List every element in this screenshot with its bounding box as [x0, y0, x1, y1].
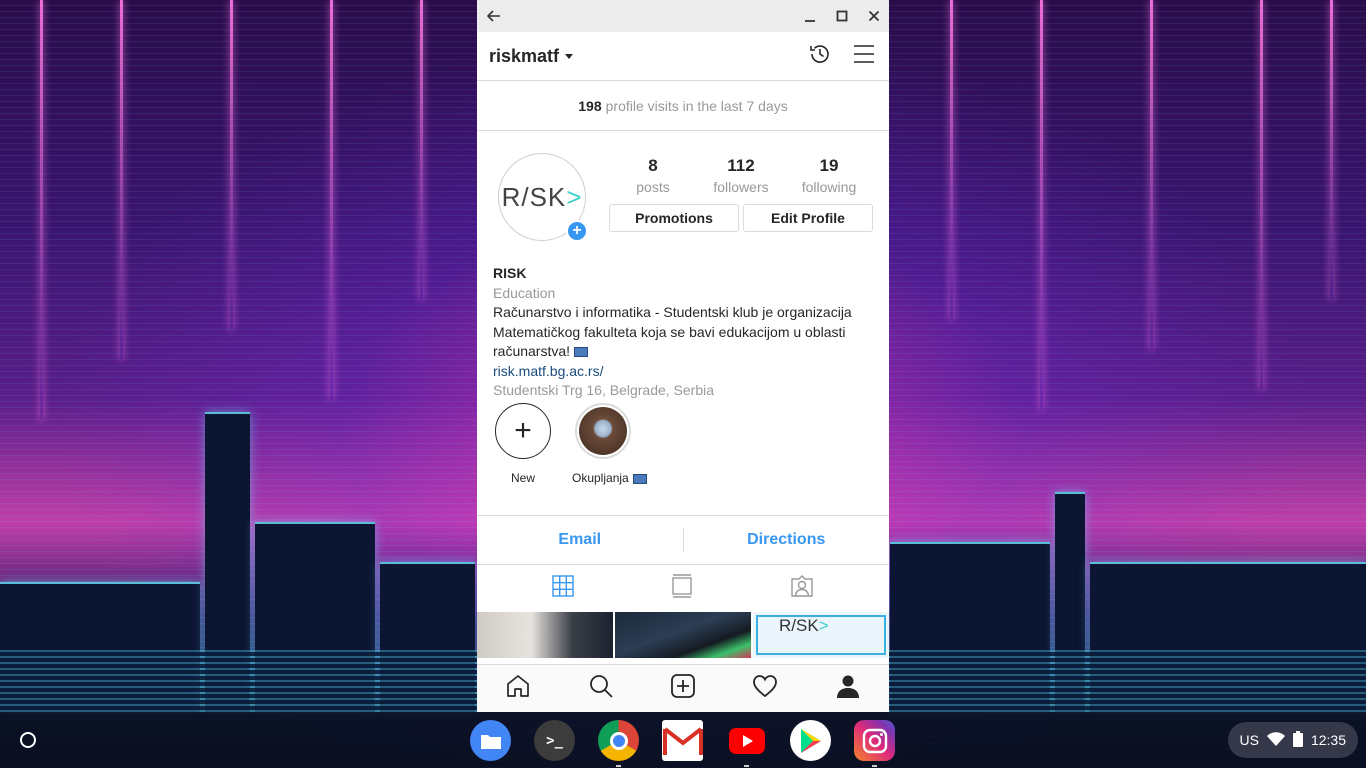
new-post-icon[interactable] [670, 673, 696, 704]
followers-label: followers [713, 179, 769, 195]
followers-count: 112 [727, 156, 755, 175]
wallpaper-beam [1150, 0, 1153, 350]
profile-tabs [477, 565, 889, 612]
wallpaper-beam [1260, 0, 1263, 390]
profile-stats: 8 posts 112 followers 19 following [609, 156, 873, 195]
wifi-icon [1266, 731, 1285, 749]
wallpaper-beam [1040, 0, 1043, 410]
clock-time: 12:35 [1310, 732, 1346, 748]
play-store-app-icon[interactable] [790, 720, 831, 761]
stat-followers[interactable]: 112 followers [701, 156, 781, 195]
caret-down-icon [565, 53, 574, 59]
launcher-circle-icon[interactable] [20, 732, 36, 748]
highlight-new[interactable]: + New [492, 401, 554, 515]
os-shelf: >_ US 12:35 [0, 712, 1366, 768]
computer-emoji-icon [574, 347, 589, 358]
promotions-button[interactable]: Promotions [609, 204, 739, 232]
home-icon[interactable] [505, 673, 531, 704]
profile-header: R/SK> + 8 posts 112 followers 19 followi… [477, 131, 889, 256]
email-button[interactable]: Email [477, 531, 683, 549]
bio-line: Računarstvo i informatika - Studentski k… [493, 304, 852, 320]
profile-person-icon[interactable] [835, 673, 861, 704]
edit-profile-button[interactable]: Edit Profile [743, 204, 873, 232]
wallpaper-beam [330, 0, 333, 400]
window-titlebar [477, 0, 889, 32]
posts-count: 8 [648, 156, 658, 175]
contact-bar: Email Directions [477, 515, 889, 565]
search-icon[interactable] [588, 673, 614, 704]
bio-line: Matematičkog fakulteta koja se bavi eduk… [493, 323, 846, 340]
files-app-icon[interactable] [470, 720, 511, 761]
username-label: riskmatf [489, 45, 560, 66]
grid-view-icon[interactable] [551, 575, 574, 602]
avatar-logo-chevron: > [566, 181, 583, 212]
bio-line: računarstva! [493, 343, 571, 359]
instagram-window: riskmatf 198 profile visits in the last … [477, 0, 889, 712]
instagram-app-icon[interactable] [854, 720, 895, 767]
profile-visits-banner[interactable]: 198 profile visits in the last 7 days [477, 81, 889, 131]
bottom-navigation [477, 664, 889, 712]
post-thumbnail[interactable]: R/SK> [753, 612, 889, 658]
activity-heart-icon[interactable] [752, 673, 778, 704]
close-icon[interactable] [867, 9, 881, 23]
post-thumbnail[interactable] [615, 612, 751, 658]
wallpaper-beam [420, 0, 423, 300]
avatar-logo-text: R/SK [501, 181, 567, 212]
thumbnail-logo-text: R/SK [779, 616, 819, 635]
posts-grid: R/SK> [477, 612, 889, 658]
stat-following[interactable]: 19 following [789, 156, 869, 195]
terminal-app-icon[interactable]: >_ [534, 720, 575, 761]
following-count: 19 [819, 156, 839, 175]
wallpaper-beam [120, 0, 123, 360]
highlight-okupljanja[interactable]: Okupljanja [572, 401, 647, 515]
archive-history-icon[interactable] [807, 41, 833, 72]
status-tray[interactable]: US 12:35 [1227, 722, 1358, 758]
pinned-apps: >_ [470, 720, 895, 767]
gmail-app-icon[interactable] [662, 720, 703, 761]
tagged-photos-icon[interactable] [790, 574, 814, 603]
highlight-label: New [510, 471, 535, 485]
highlight-cover [575, 403, 631, 459]
directions-button[interactable]: Directions [684, 531, 890, 549]
thumbnail-logo-chevron: > [818, 616, 829, 635]
computer-emoji-icon [632, 473, 647, 484]
wallpaper-beam [950, 0, 953, 320]
back-arrow-icon[interactable] [487, 9, 501, 23]
keyboard-locale: US [1239, 732, 1259, 748]
add-story-plus-icon[interactable]: + [566, 220, 588, 242]
feed-view-icon[interactable] [671, 574, 693, 603]
following-label: following [801, 179, 857, 195]
profile-bio: RISK Education Računarstvo i informatika… [477, 256, 889, 401]
visits-count: 198 [578, 97, 602, 114]
bio-website-link[interactable]: risk.matf.bg.ac.rs/ [493, 362, 873, 382]
chrome-app-icon[interactable] [598, 720, 639, 767]
account-switcher[interactable]: riskmatf [489, 45, 574, 67]
visits-text: profile visits in the last 7 days [605, 97, 788, 114]
story-highlights: + New Okupljanja [477, 401, 889, 515]
youtube-app-icon[interactable] [726, 720, 767, 767]
minimize-icon[interactable] [803, 9, 817, 23]
menu-hamburger-icon[interactable] [853, 44, 875, 69]
battery-icon [1292, 730, 1303, 750]
highlight-label: Okupljanja [572, 471, 629, 485]
wallpaper-beam [40, 0, 43, 420]
plus-icon: + [495, 403, 551, 459]
profile-appbar: riskmatf [477, 32, 889, 81]
wallpaper-beam [1330, 0, 1333, 300]
wallpaper-beam [230, 0, 233, 330]
profile-name: RISK [493, 265, 527, 281]
maximize-icon[interactable] [835, 9, 849, 23]
posts-label: posts [636, 179, 670, 195]
profile-category: Education [493, 284, 556, 301]
stat-posts[interactable]: 8 posts [613, 156, 693, 195]
post-thumbnail[interactable] [477, 612, 613, 658]
terminal-glyph: >_ [546, 732, 563, 749]
profile-address[interactable]: Studentski Trg 16, Belgrade, Serbia [493, 381, 873, 401]
